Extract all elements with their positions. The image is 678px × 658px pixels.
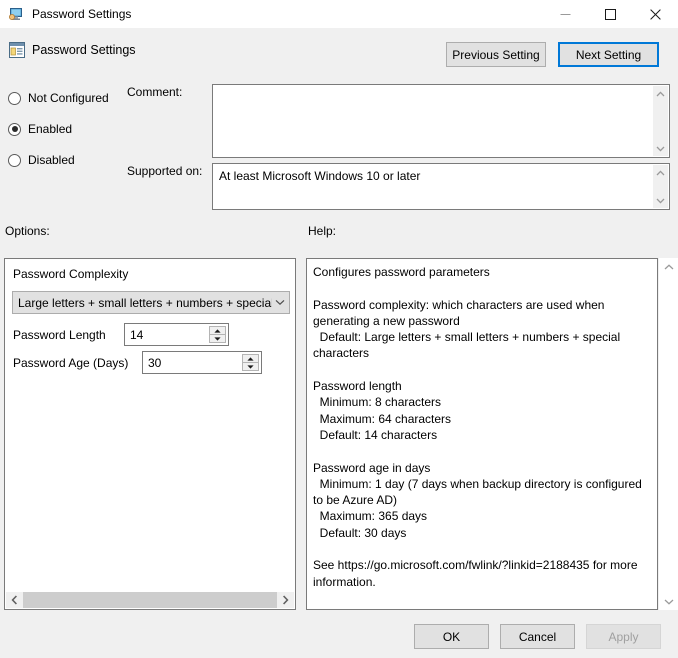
chevron-right-icon[interactable] [277,592,294,608]
computer-settings-icon [8,6,24,22]
password-age-input[interactable] [143,355,220,371]
radio-not-configured[interactable]: Not Configured [8,85,120,111]
password-length-spin-buttons[interactable] [209,326,226,343]
comment-label: Comment: [127,85,182,99]
window-title: Password Settings [32,6,131,22]
password-age-label: Password Age (Days) [13,356,142,370]
password-complexity-value: Large letters + small letters + numbers … [13,296,272,310]
chevron-up-icon[interactable] [659,258,678,275]
navigation-buttons: Previous Setting Next Setting [446,42,659,67]
help-panel: Configures password parameters Password … [306,258,658,610]
help-section-label: Help: [308,224,336,238]
radio-not-configured-mark[interactable] [8,92,21,105]
options-section-label: Options: [5,224,50,238]
chevron-down-icon[interactable] [653,141,668,156]
radio-disabled-mark[interactable] [8,154,21,167]
password-age-row: Password Age (Days) [13,351,262,374]
chevron-down-icon[interactable] [659,593,678,610]
next-setting-button[interactable]: Next Setting [558,42,659,67]
chevron-up-icon[interactable] [653,165,668,180]
ok-button[interactable]: OK [414,624,489,649]
previous-setting-button[interactable]: Previous Setting [446,42,546,67]
dialog-footer: OK Cancel Apply [414,624,661,649]
password-complexity-title: Password Complexity [13,267,128,281]
password-age-spin-buttons[interactable] [242,354,259,371]
chevron-up-icon[interactable] [653,86,668,101]
chevron-left-icon[interactable] [6,592,23,608]
close-icon[interactable] [633,0,678,28]
password-age-stepper[interactable] [142,351,262,374]
spin-down-icon[interactable] [209,335,226,343]
minimize-icon[interactable] [543,0,588,28]
maximize-icon[interactable] [588,0,633,28]
radio-disabled-label: Disabled [28,154,75,167]
cancel-button[interactable]: Cancel [500,624,575,649]
comment-scrollbar[interactable] [653,86,668,156]
password-complexity-dropdown[interactable]: Large letters + small letters + numbers … [12,291,290,314]
password-settings-dialog: Password Settings [0,0,678,658]
radio-enabled-label: Enabled [28,123,72,136]
options-horizontal-scrollbar[interactable] [6,592,294,608]
supported-on-field: At least Microsoft Windows 10 or later [212,163,670,210]
password-length-row: Password Length [13,323,229,346]
password-length-input[interactable] [125,327,202,343]
spin-down-icon[interactable] [242,363,259,371]
chevron-down-icon [272,299,289,306]
radio-not-configured-label: Not Configured [28,92,109,105]
radio-disabled[interactable]: Disabled [8,147,120,173]
help-text: Configures password parameters Password … [313,264,651,590]
chevron-down-icon[interactable] [653,193,668,208]
password-length-label: Password Length [13,328,124,342]
comment-input[interactable] [212,84,670,158]
supported-on-label: Supported on: [127,164,202,178]
supported-on-scrollbar[interactable] [653,165,668,208]
title-bar: Password Settings [0,0,678,28]
setting-title: Password Settings [32,43,136,57]
radio-enabled[interactable]: Enabled [8,116,120,142]
options-scroll-thumb[interactable] [23,592,277,608]
apply-button: Apply [586,624,661,649]
spin-up-icon[interactable] [209,326,226,335]
spin-up-icon[interactable] [242,354,259,363]
policy-setting-icon [8,41,26,59]
help-scrollbar[interactable] [659,258,678,610]
password-length-stepper[interactable] [124,323,229,346]
state-radio-group: Not Configured Enabled Disabled [8,85,120,178]
window-controls [543,0,678,28]
setting-header: Password Settings Previous Setting Next … [0,28,678,78]
options-panel: Password Complexity Large letters + smal… [4,258,296,610]
radio-enabled-mark[interactable] [8,123,21,136]
supported-on-value: At least Microsoft Windows 10 or later [219,169,420,184]
